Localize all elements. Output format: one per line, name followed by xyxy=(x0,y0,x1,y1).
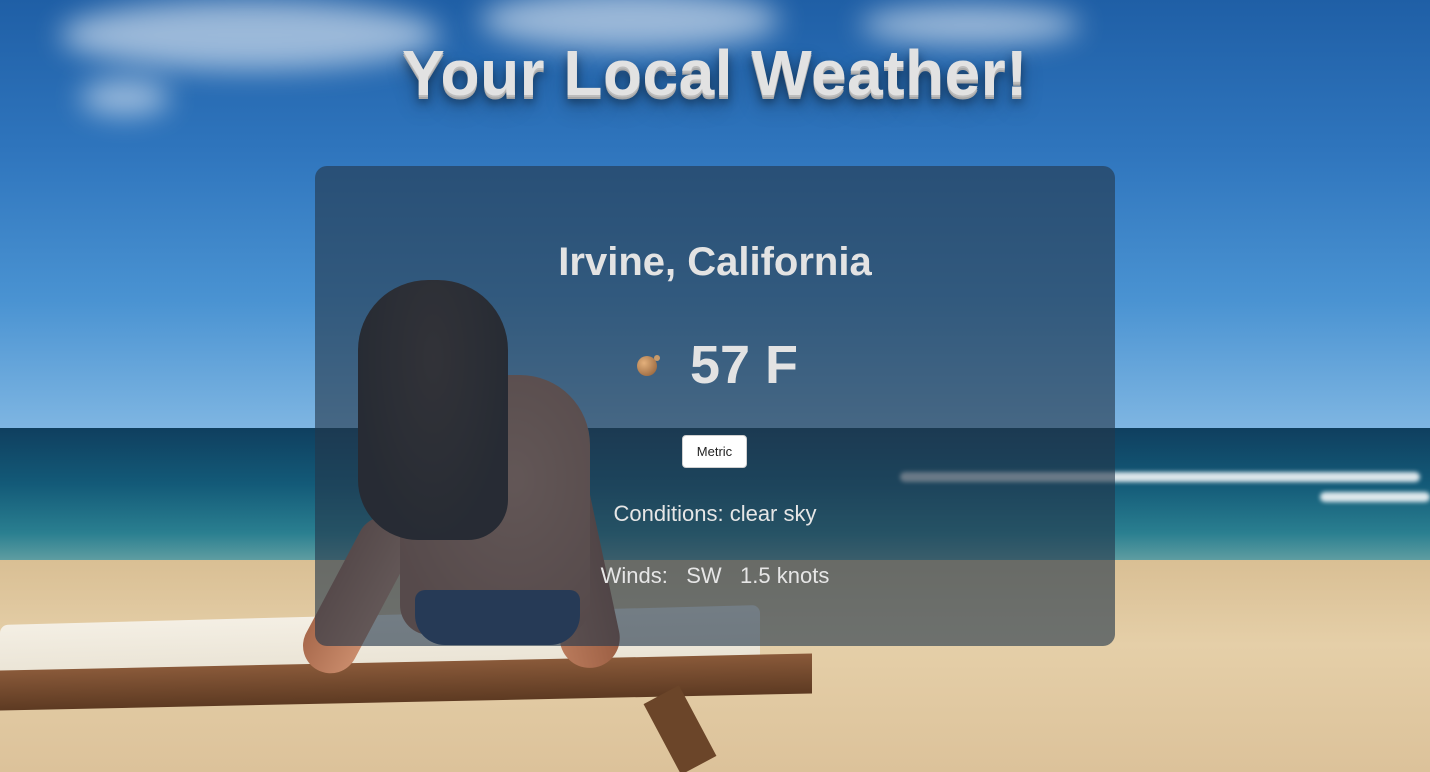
conditions-line: Conditions: clear sky xyxy=(0,501,1430,527)
wind-direction: SW xyxy=(686,563,722,588)
temperature-value: 57 F xyxy=(689,335,799,395)
location-heading: Irvine, California xyxy=(558,240,872,284)
temperature-row: 57 F xyxy=(0,334,1430,396)
winds-label: Winds: xyxy=(600,563,668,588)
conditions-value: clear sky xyxy=(729,501,817,526)
page-title: Your Local Weather! xyxy=(402,37,1028,109)
clear-sky-icon xyxy=(632,348,666,382)
winds-line: Winds: SW 1.5 knots xyxy=(0,563,1430,589)
conditions-label: Conditions: xyxy=(613,501,724,526)
weather-page: Your Local Weather! Irvine, California 5… xyxy=(0,0,1430,772)
metric-toggle-button[interactable]: Metric xyxy=(682,435,747,468)
wind-speed: 1.5 knots xyxy=(740,563,830,588)
